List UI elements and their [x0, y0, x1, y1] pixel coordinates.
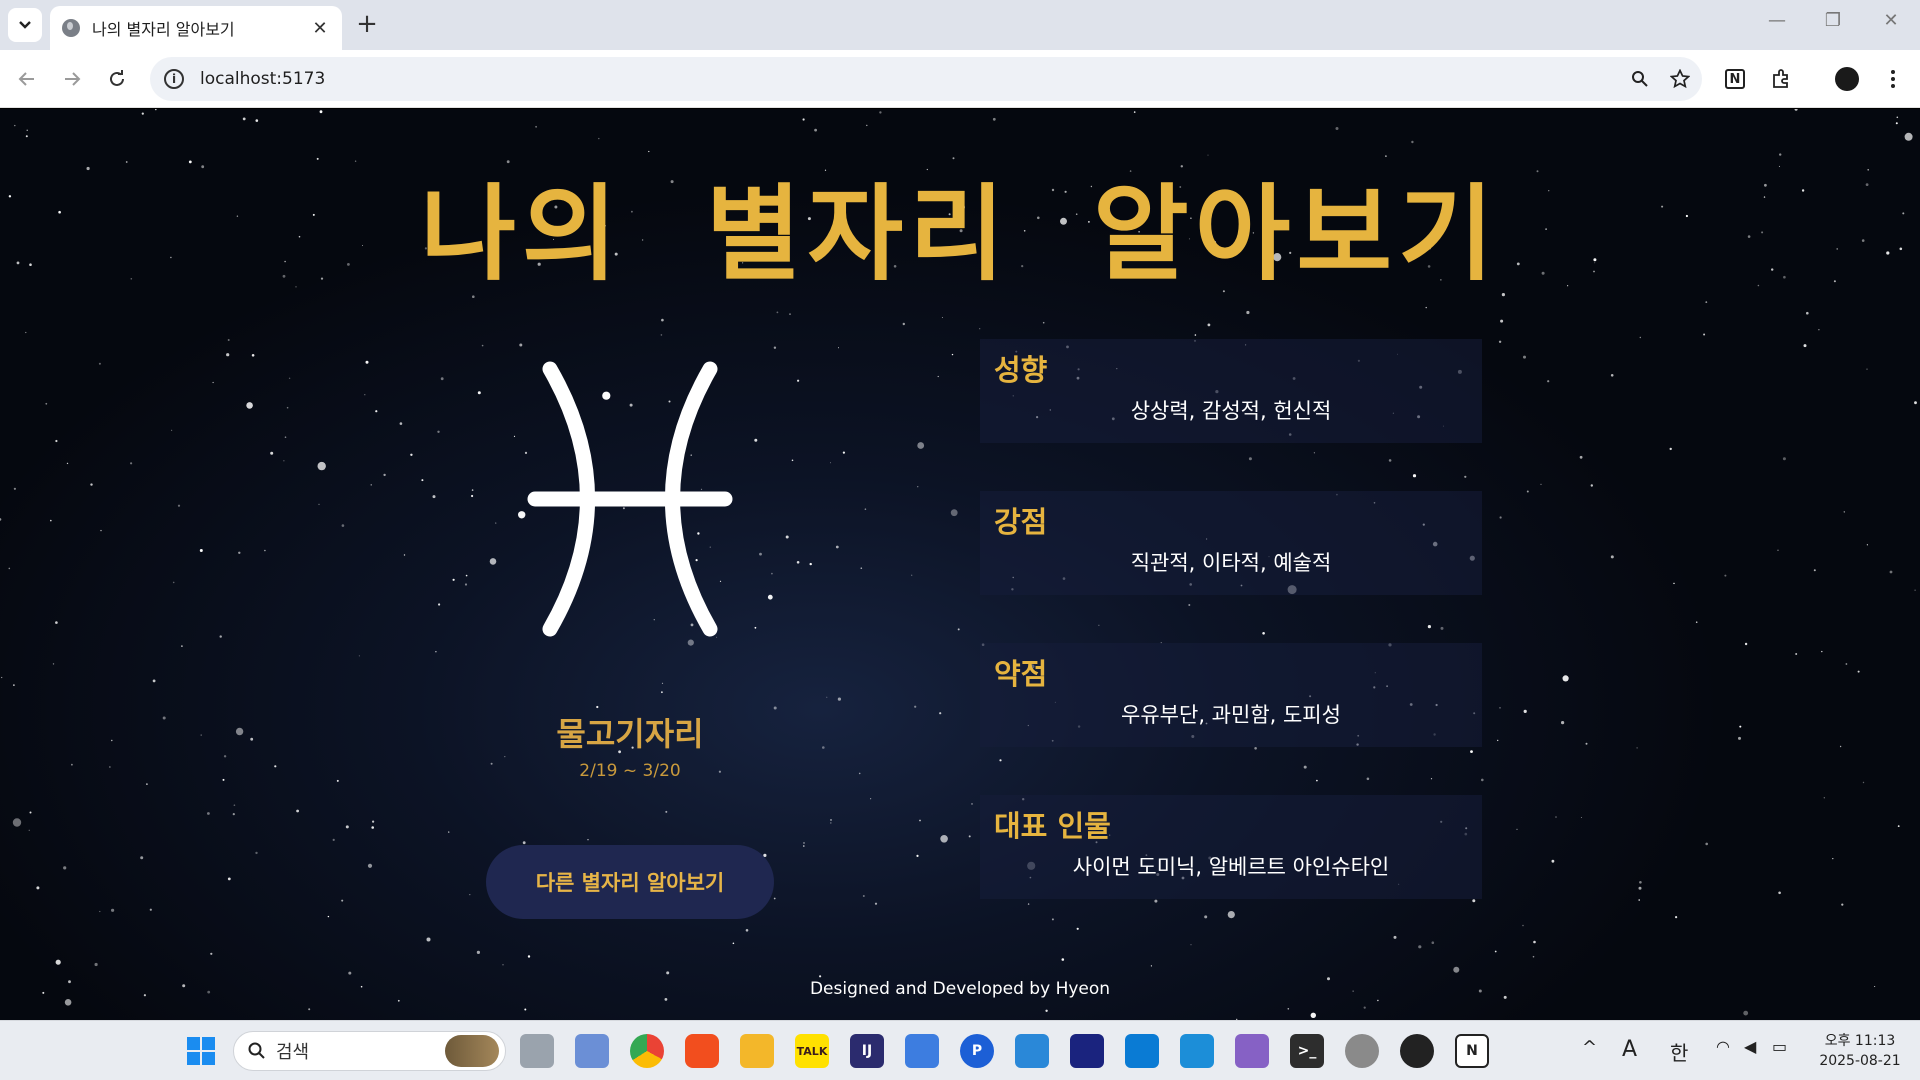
browser-tab-active[interactable]: 나의 별자리 알아보기 ✕: [50, 6, 342, 50]
card-value: 사이먼 도미닉, 알베르트 아인슈타인: [1072, 855, 1390, 879]
card-value: 직관적, 이타적, 예술적: [1130, 551, 1332, 575]
trait-card-strengths: 강점 직관적, 이타적, 예술적: [980, 491, 1482, 595]
chrome-icon[interactable]: [630, 1034, 664, 1068]
trait-card-personality: 성향 상상력, 감성적, 헌신적: [980, 339, 1482, 443]
trait-card-weaknesses: 약점 우유부단, 과민함, 도피성: [980, 643, 1482, 747]
tray-overflow-chevron-icon[interactable]: ^: [1582, 1037, 1597, 1058]
search-icon: [248, 1042, 265, 1059]
other-sign-button[interactable]: 다른 별자리 알아보기: [486, 845, 774, 919]
browser-toolbar: i localhost:5173 N: [0, 50, 1920, 108]
close-window-icon[interactable]: ✕: [1876, 10, 1906, 31]
notepad-icon[interactable]: [905, 1034, 939, 1068]
apple-icon[interactable]: [1345, 1034, 1379, 1068]
p-app-icon[interactable]: P: [960, 1034, 994, 1068]
globe-icon: [62, 19, 80, 37]
dev-tool-icon[interactable]: [1180, 1034, 1214, 1068]
page-title: 나의 별자리 알아보기: [420, 173, 1500, 295]
chevron-down-icon: [19, 21, 31, 29]
clock-date: 2025-08-21: [1819, 1053, 1901, 1069]
card-title: 대표 인물: [994, 809, 1111, 843]
url-text[interactable]: localhost:5173: [200, 69, 1622, 89]
dark-app-icon[interactable]: [1070, 1034, 1104, 1068]
zoom-icon[interactable]: [1622, 61, 1658, 97]
arrow-left-icon: [18, 72, 34, 86]
taskbar-clock[interactable]: 오후 11:13 2025-08-21: [1810, 1031, 1910, 1071]
minimize-icon[interactable]: —: [1762, 10, 1792, 31]
back-button[interactable]: [10, 62, 44, 96]
forward-button[interactable]: [55, 62, 89, 96]
terminal-icon[interactable]: >_: [1290, 1034, 1324, 1068]
card-value: 우유부단, 과민함, 도피성: [1121, 703, 1341, 727]
zodiac-page: 나의 별자리 알아보기 물고기자리 2/19 ~ 3/20 다른 별자리 알아보…: [0, 109, 1920, 1020]
card-value: 상상력, 감성적, 헌신적: [1130, 399, 1332, 423]
reload-icon: [110, 70, 124, 86]
kakaotalk-icon[interactable]: TALK: [795, 1034, 829, 1068]
intellij-icon[interactable]: IJ: [850, 1034, 884, 1068]
wifi-icon[interactable]: ◠: [1716, 1037, 1730, 1056]
card-title: 강점: [994, 505, 1048, 539]
notion-icon[interactable]: N: [1455, 1034, 1489, 1068]
card-title: 성향: [994, 353, 1048, 387]
tray-ime-indicator[interactable]: 한: [1670, 1037, 1688, 1066]
footer-credit: Designed and Developed by Hyeon: [809, 979, 1111, 999]
new-tab-button[interactable]: +: [352, 10, 382, 40]
arrow-right-icon: [65, 72, 81, 86]
address-bar[interactable]: i localhost:5173: [150, 57, 1702, 101]
browser-tab-bar: 나의 별자리 알아보기 ✕ + — ❐ ✕: [0, 0, 1920, 50]
sign-name: 물고기자리: [556, 715, 704, 753]
vscode-icon[interactable]: [1125, 1034, 1159, 1068]
sign-dates: 2/19 ~ 3/20: [579, 761, 681, 781]
restore-icon[interactable]: ❐: [1818, 10, 1848, 31]
profile-avatar[interactable]: [1830, 62, 1864, 96]
taskbar-search[interactable]: 검색: [233, 1031, 506, 1071]
site-info-icon[interactable]: i: [164, 69, 184, 89]
visual-studio-icon[interactable]: [1235, 1034, 1269, 1068]
file-explorer-icon[interactable]: [740, 1034, 774, 1068]
reload-button[interactable]: [100, 62, 134, 96]
menu-kebab-icon[interactable]: [1876, 62, 1910, 96]
trait-card-famous-people: 대표 인물 사이먼 도미닉, 알베르트 아인슈타인: [980, 795, 1482, 899]
search-placeholder: 검색: [276, 1042, 310, 1063]
windows-taskbar: 검색 TALK IJ P >_ N ^ A 한 ◠ ◀ ▭ 오후 11:13 2…: [0, 1020, 1920, 1080]
search-highlight-image: [445, 1035, 499, 1067]
volume-icon[interactable]: ◀: [1744, 1037, 1756, 1056]
windows-start-icon[interactable]: [184, 1034, 218, 1068]
battery-icon[interactable]: ▭: [1772, 1037, 1787, 1056]
tab-search-button[interactable]: [8, 8, 42, 42]
tab-title: 나의 별자리 알아보기: [92, 20, 235, 39]
close-icon[interactable]: ✕: [310, 18, 330, 39]
extensions-puzzle-icon[interactable]: [1764, 62, 1798, 96]
snipping-tool-icon[interactable]: [575, 1034, 609, 1068]
task-view-icon[interactable]: [520, 1034, 554, 1068]
github-icon[interactable]: [1400, 1034, 1434, 1068]
tray-font-indicator[interactable]: A: [1622, 1037, 1637, 1062]
bookmark-star-icon[interactable]: [1662, 61, 1698, 97]
notion-extension-icon[interactable]: N: [1718, 62, 1752, 96]
photos-icon[interactable]: [1015, 1034, 1049, 1068]
pisces-symbol-icon: [527, 361, 733, 637]
clock-time: 오후 11:13: [1824, 1033, 1896, 1049]
card-title: 약점: [994, 657, 1048, 691]
figma-icon[interactable]: [685, 1034, 719, 1068]
